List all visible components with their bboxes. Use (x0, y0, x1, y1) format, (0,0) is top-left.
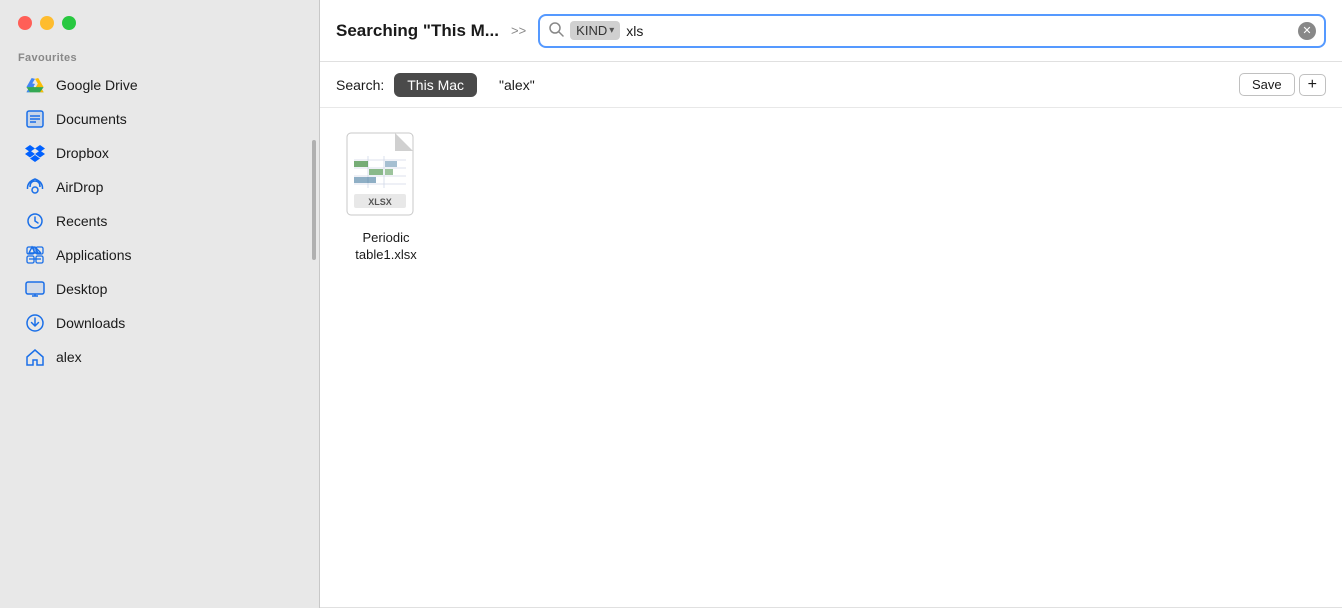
forward-arrows: >> (511, 23, 526, 38)
sidebar-item-downloads[interactable]: Downloads (6, 306, 313, 340)
window-title: Searching "This M... (336, 21, 499, 41)
sidebar-item-dropbox[interactable]: Dropbox (6, 136, 313, 170)
sidebar-item-recents-label: Recents (56, 213, 107, 229)
desktop-icon (24, 278, 46, 300)
applications-icon (24, 244, 46, 266)
alex-scope-button[interactable]: "alex" (487, 74, 547, 96)
scope-actions: Save + (1239, 73, 1326, 96)
sidebar-item-downloads-label: Downloads (56, 315, 125, 331)
this-mac-scope-button[interactable]: This Mac (394, 73, 477, 97)
sidebar-item-recents[interactable]: Recents (6, 204, 313, 238)
window-controls (0, 0, 319, 44)
svg-text:XLSX: XLSX (368, 197, 392, 207)
sidebar-item-documents-label: Documents (56, 111, 127, 127)
topbar: Searching "This M... >> KIND ▾ xls ✕ (320, 0, 1342, 62)
sidebar-item-documents[interactable]: Documents (6, 102, 313, 136)
recents-icon (24, 210, 46, 232)
sidebar-item-google-drive-label: Google Drive (56, 77, 138, 93)
sidebar-item-applications-label: Applications (56, 247, 132, 263)
sidebar-item-airdrop-label: AirDrop (56, 179, 103, 195)
sidebar: Favourites Google Drive (0, 0, 320, 608)
file-item[interactable]: XLSX Periodic table1.xlsx (336, 128, 436, 268)
search-label: Search: (336, 77, 384, 93)
dropbox-icon (24, 142, 46, 164)
sidebar-scroll: Favourites Google Drive (0, 44, 319, 608)
sidebar-item-applications[interactable]: Applications (6, 238, 313, 272)
sidebar-item-airdrop[interactable]: AirDrop (6, 170, 313, 204)
airdrop-icon (24, 176, 46, 198)
search-value: xls (626, 23, 1292, 39)
main-content: Searching "This M... >> KIND ▾ xls ✕ Sea… (320, 0, 1342, 608)
sidebar-item-alex-label: alex (56, 349, 82, 365)
sidebar-item-google-drive[interactable]: Google Drive (6, 68, 313, 102)
search-icon (548, 21, 564, 41)
search-bar[interactable]: KIND ▾ xls ✕ (538, 14, 1326, 48)
maximize-button[interactable] (62, 16, 76, 30)
sidebar-item-desktop-label: Desktop (56, 281, 107, 297)
home-icon (24, 346, 46, 368)
sidebar-item-desktop[interactable]: Desktop (6, 272, 313, 306)
add-scope-button[interactable]: + (1299, 74, 1326, 96)
kind-pill[interactable]: KIND ▾ (570, 21, 620, 40)
scrollbar-thumb[interactable] (312, 140, 316, 260)
sidebar-item-dropbox-label: Dropbox (56, 145, 109, 161)
close-button[interactable] (18, 16, 32, 30)
file-icon: XLSX (346, 132, 426, 222)
clear-icon: ✕ (1302, 24, 1311, 37)
google-drive-icon (24, 74, 46, 96)
kind-label: KIND (576, 23, 607, 38)
file-name: Periodic table1.xlsx (355, 230, 416, 264)
file-area: XLSX Periodic table1.xlsx (320, 108, 1342, 607)
minimize-button[interactable] (40, 16, 54, 30)
kind-chevron-icon: ▾ (609, 25, 614, 36)
sidebar-item-alex[interactable]: alex (6, 340, 313, 374)
scrollbar-track (311, 80, 317, 598)
save-button[interactable]: Save (1239, 73, 1295, 96)
documents-icon (24, 108, 46, 130)
scope-bar: Search: This Mac "alex" Save + (320, 62, 1342, 108)
clear-search-button[interactable]: ✕ (1298, 22, 1316, 40)
favourites-label: Favourites (0, 44, 319, 68)
downloads-icon (24, 312, 46, 334)
